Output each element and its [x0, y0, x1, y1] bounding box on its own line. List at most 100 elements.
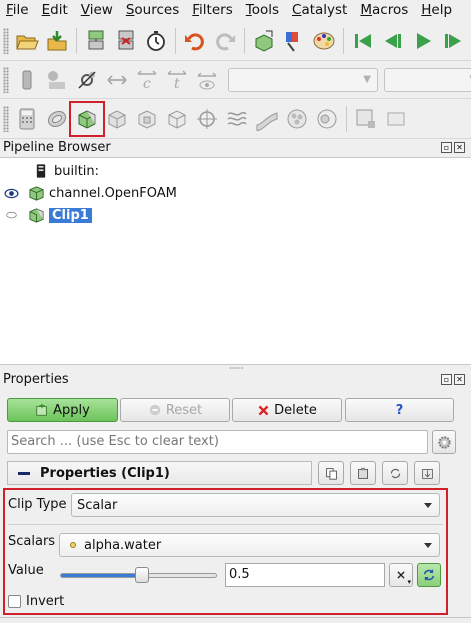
panel-bottom-edge — [0, 617, 471, 623]
interact-mode-button[interactable] — [12, 65, 42, 95]
representation-combo[interactable]: ▼ — [228, 67, 378, 92]
paste-properties-button[interactable] — [350, 461, 376, 485]
properties-section-header[interactable]: Properties (Clip1) — [7, 461, 312, 485]
advanced-settings-button[interactable] — [432, 430, 456, 454]
pipeline-item-clip1[interactable]: Clip1 — [0, 205, 471, 225]
edit-color-map-button[interactable] — [279, 26, 309, 56]
help-button[interactable]: ? — [345, 398, 454, 422]
play-button[interactable] — [408, 26, 438, 56]
menu-sources[interactable]: Sources — [120, 0, 186, 20]
reset-camera-button[interactable] — [249, 26, 279, 56]
undo-button[interactable] — [180, 26, 210, 56]
use-range-button[interactable] — [417, 563, 441, 587]
coloring-combo[interactable]: ▼ — [384, 67, 471, 92]
x-axis-button[interactable] — [102, 65, 132, 95]
menu-macros[interactable]: Macros — [354, 0, 415, 20]
close-icon[interactable]: ✕ — [454, 142, 465, 153]
stream-tracer-button[interactable] — [222, 104, 252, 134]
menu-help[interactable]: Help — [415, 0, 459, 20]
menu-edit[interactable]: Edit — [36, 0, 75, 20]
delete-button[interactable]: Delete — [232, 398, 342, 422]
menu-view[interactable]: View — [75, 0, 120, 20]
view-direction-button[interactable] — [192, 65, 222, 95]
next-frame-button[interactable] — [438, 26, 468, 56]
undock-icon[interactable]: ▫ — [441, 142, 452, 153]
slice-button[interactable] — [102, 104, 132, 134]
auto-apply-button[interactable] — [141, 26, 171, 56]
clip-type-label: Clip Type — [8, 497, 67, 512]
value-slider-handle[interactable] — [134, 567, 149, 583]
glyph-button[interactable] — [192, 104, 222, 134]
menu-catalyst[interactable]: Catalyst — [286, 0, 354, 20]
invert-checkbox[interactable] — [8, 595, 21, 608]
svg-text:c: c — [143, 76, 151, 92]
copy-icon — [325, 467, 337, 480]
warp-by-vector-button[interactable] — [252, 104, 282, 134]
time-button[interactable]: t — [162, 65, 192, 95]
extract-level-button[interactable] — [312, 104, 342, 134]
visibility-eye-icon[interactable] — [3, 188, 19, 199]
threshold-button[interactable] — [132, 104, 162, 134]
first-frame-button[interactable] — [348, 26, 378, 56]
value-input[interactable]: 0.5 — [225, 563, 385, 587]
calculator-button[interactable] — [12, 104, 42, 134]
toolbar-separator — [244, 27, 245, 54]
open-file-button[interactable] — [12, 26, 42, 56]
divider — [8, 524, 443, 525]
close-icon[interactable]: ✕ — [454, 374, 465, 385]
toolbar-grip[interactable] — [3, 105, 9, 132]
scalars-dropdown[interactable]: alpha.water — [59, 533, 440, 557]
toolbar-grip[interactable] — [3, 27, 9, 54]
clip-filter-icon — [27, 206, 45, 224]
find-data-button[interactable] — [351, 104, 381, 134]
disconnect-button[interactable] — [111, 26, 141, 56]
apply-button[interactable]: Apply — [7, 398, 118, 422]
menu-filters[interactable]: Filters — [186, 0, 239, 20]
color-map-icon — [286, 31, 298, 52]
server-connect-icon — [88, 30, 104, 49]
menu-bar: File Edit View Sources Filters Tools Cat… — [0, 0, 471, 20]
reset-camera-icon — [255, 30, 273, 52]
connect-button[interactable] — [81, 26, 111, 56]
menu-file[interactable]: File — [0, 0, 36, 20]
adjust-camera-button[interactable] — [42, 65, 72, 95]
point-data-icon — [70, 542, 76, 548]
reset-defaults-button[interactable] — [382, 461, 408, 485]
save-data-button[interactable] — [42, 26, 72, 56]
arc-length-button[interactable]: c — [132, 65, 162, 95]
pipeline-item-builtin[interactable]: builtin: — [0, 161, 471, 181]
clip-button[interactable] — [69, 100, 105, 137]
query-button[interactable] — [381, 104, 411, 134]
toolbar-grip[interactable] — [3, 66, 9, 93]
first-frame-icon — [355, 33, 371, 48]
previous-frame-button[interactable] — [378, 26, 408, 56]
clear-value-button[interactable]: ▾ — [389, 563, 413, 587]
help-icon: ? — [395, 402, 404, 418]
previous-frame-icon — [385, 33, 401, 48]
query-icon — [387, 112, 405, 125]
pipeline-browser: builtin: channel.OpenFOAM Clip1 — [0, 157, 471, 365]
play-icon — [417, 32, 431, 49]
link-camera-button[interactable] — [72, 65, 102, 95]
search-input[interactable]: Search ... (use Esc to clear text) — [7, 430, 428, 454]
copy-properties-button[interactable] — [318, 461, 344, 485]
pipeline-item-channel[interactable]: channel.OpenFOAM — [0, 183, 471, 203]
menu-tools[interactable]: Tools — [240, 0, 286, 20]
reset-button[interactable]: Reset — [120, 398, 230, 422]
save-defaults-button[interactable] — [414, 461, 440, 485]
value-label: Value — [8, 563, 44, 578]
toolbar-separator — [76, 27, 77, 54]
collapse-icon — [18, 471, 30, 475]
redo-icon — [216, 32, 235, 50]
visibility-eye-closed-icon[interactable] — [3, 210, 19, 220]
color-palette-button[interactable] — [309, 26, 339, 56]
clip-type-dropdown[interactable]: Scalar — [71, 493, 440, 517]
extract-subset-button[interactable] — [162, 104, 192, 134]
contour-button[interactable] — [42, 104, 72, 134]
redo-button[interactable] — [210, 26, 240, 56]
cube-source-icon — [27, 184, 45, 202]
undock-icon[interactable]: ▫ — [441, 374, 452, 385]
eye-arrow-icon — [197, 71, 217, 89]
server-icon — [32, 162, 50, 180]
group-datasets-button[interactable] — [282, 104, 312, 134]
